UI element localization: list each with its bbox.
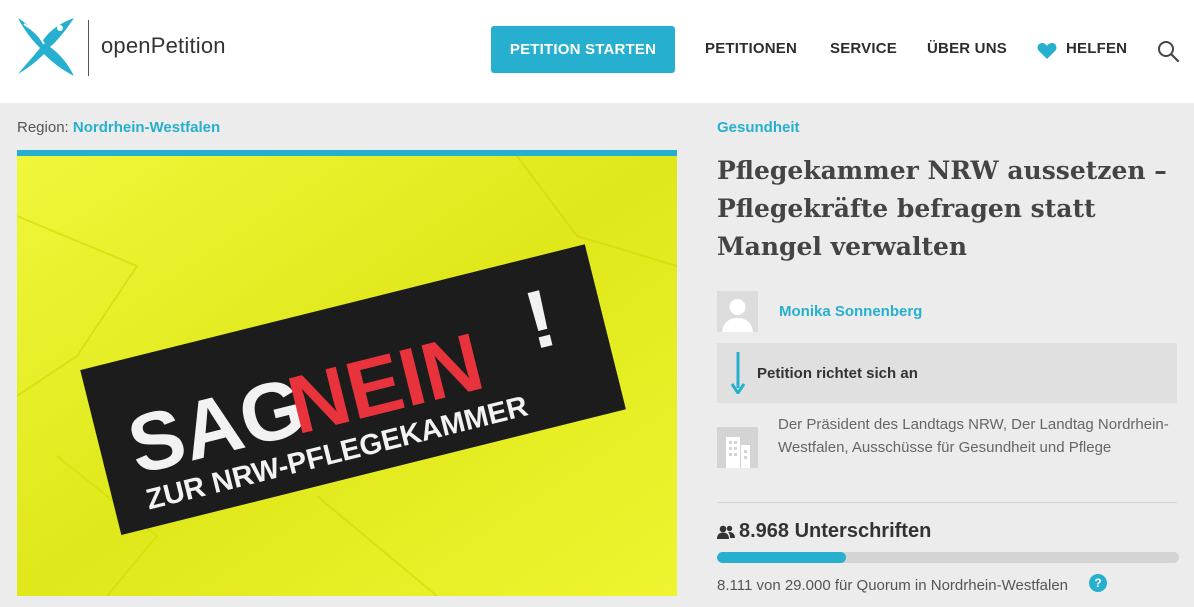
region-label: Region: — [17, 119, 69, 136]
petition-title: Pflegekammer NRW aussetzen – Pflegekräft… — [717, 156, 1167, 261]
bird-logo-icon[interactable] — [14, 14, 78, 80]
addressee-label: Petition richtet sich an — [757, 365, 918, 382]
down-arrow-icon — [731, 352, 745, 394]
author-link[interactable]: Monika Sonnenberg — [779, 303, 922, 320]
building-icon — [717, 427, 758, 468]
signature-progress-bar — [717, 552, 1179, 563]
region-link[interactable]: Nordrhein-Westfalen — [73, 119, 220, 136]
nav-service[interactable]: SERVICE — [830, 40, 897, 57]
addressee-text: Der Präsident des Landtags NRW, Der Land… — [778, 416, 1169, 456]
heart-icon — [1037, 43, 1057, 59]
nav-ueber-uns[interactable]: ÜBER UNS — [927, 40, 1007, 57]
site-header: openPetition PETITION STARTEN PETITIONEN… — [0, 0, 1194, 103]
help-icon[interactable]: ? — [1089, 574, 1107, 592]
hero-illustration: SAG NEIN ! ZUR NRW-PFLEGEKAMMER — [17, 156, 677, 596]
region-breadcrumb: Region: Nordrhein-Westfalen — [17, 119, 220, 136]
petition-image: SAG NEIN ! ZUR NRW-PFLEGEKAMMER — [17, 156, 677, 596]
start-petition-button[interactable]: PETITION STARTEN — [491, 26, 675, 73]
category-link[interactable]: Gesundheit — [717, 119, 800, 136]
people-icon — [717, 525, 735, 539]
divider — [717, 502, 1177, 503]
signature-count: 8.968 Unterschriften — [739, 520, 932, 542]
avatar[interactable] — [717, 291, 758, 332]
search-icon[interactable] — [1156, 39, 1180, 63]
signature-progress-fill — [717, 552, 847, 563]
nav-petitionen[interactable]: PETITIONEN — [705, 40, 797, 57]
brand-name[interactable]: openPetition — [101, 33, 226, 59]
logo-divider — [88, 20, 89, 76]
avatar-placeholder-icon — [717, 291, 758, 332]
nav-helfen[interactable]: HELFEN — [1066, 40, 1127, 57]
quorum-text: 8.111 von 29.000 für Quorum in Nordrhein… — [717, 577, 1069, 594]
